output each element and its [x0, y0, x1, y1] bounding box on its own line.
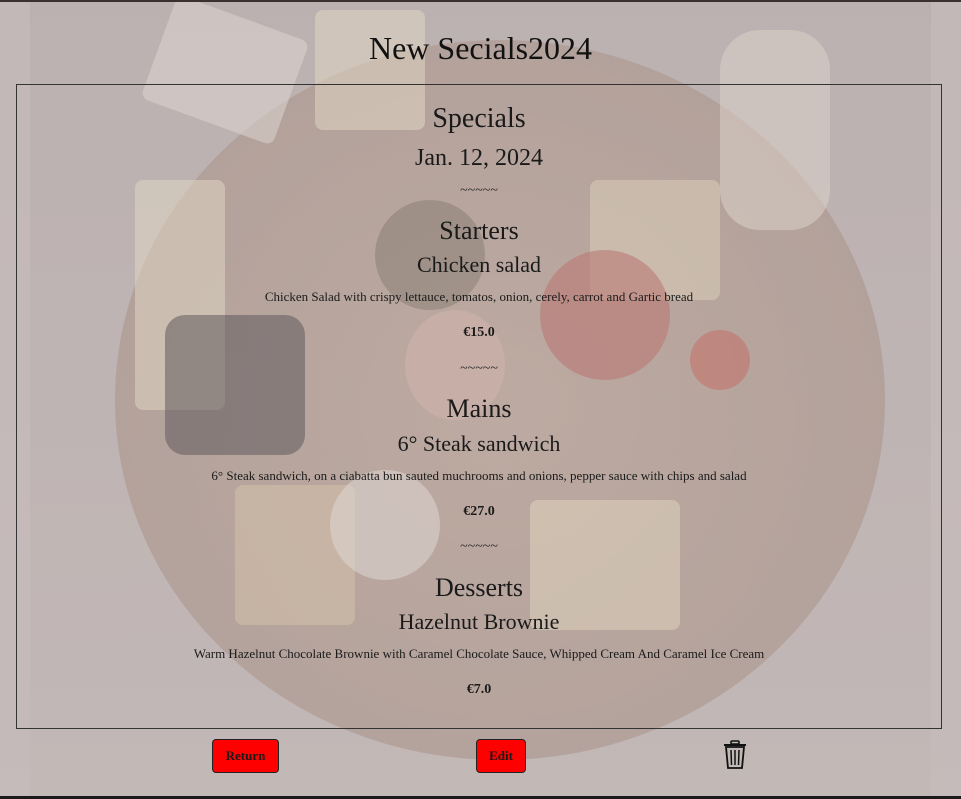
section-mains: Mains: [446, 394, 512, 423]
item-name: Chicken salad: [416, 252, 542, 277]
item-price: €27.0: [463, 504, 495, 519]
item-name: 6° Steak sandwich: [397, 431, 561, 456]
trash-icon[interactable]: [722, 740, 748, 770]
page-title: New Secials2024: [368, 30, 593, 66]
item-price: €7.0: [466, 682, 492, 697]
divider: ~~~~~: [460, 361, 498, 376]
page-content: New Secials2024 Specials Jan. 12, 2024 ~…: [0, 0, 961, 799]
item-price: €15.0: [463, 325, 495, 340]
item-description: Warm Hazelnut Chocolate Brownie with Car…: [193, 646, 765, 661]
section-desserts: Desserts: [434, 573, 524, 602]
menu-date: Jan. 12, 2024: [415, 145, 543, 171]
menu-heading: Specials: [432, 103, 526, 134]
top-border: [0, 0, 961, 2]
edit-button[interactable]: Edit: [476, 739, 526, 773]
divider: ~~~~~: [460, 539, 498, 554]
specials-menu-card: Specials Jan. 12, 2024 ~~~~~ Starters Ch…: [16, 84, 942, 729]
item-name: Hazelnut Brownie: [398, 609, 560, 634]
section-starters: Starters: [439, 216, 519, 245]
divider: ~~~~~: [460, 183, 498, 198]
return-button[interactable]: Return: [212, 739, 279, 773]
item-description: 6° Steak sandwich, on a ciabatta bun sau…: [211, 468, 747, 483]
item-description: Chicken Salad with crispy lettauce, toma…: [264, 289, 694, 304]
